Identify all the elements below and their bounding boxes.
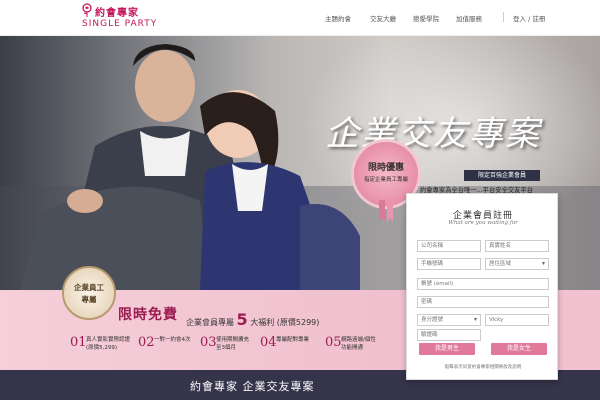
site-header: 約會專家 SINGLE PARTY 主題約會 交友大廳 戀愛學院 加值服務 登入… <box>0 0 600 36</box>
rosette-subtitle: 指定企業員工專屬 <box>363 177 408 183</box>
employee-medal-badge: 企業員工 專屬 <box>62 266 116 320</box>
area-select[interactable]: 居住區域 <box>485 258 549 270</box>
rose-icon <box>82 3 92 17</box>
brand-name-en: SINGLE PARTY <box>82 19 158 29</box>
login-register-link[interactable]: 登入 / 註冊 <box>513 13 545 23</box>
bottom-title: 約會專家 企業交友專案 <box>190 380 315 393</box>
benefit-text: 使用期間擴充 <box>216 337 250 343</box>
hero-headline: 企業交友專案 <box>325 114 541 154</box>
benefit-text: 一對一約會4次 <box>154 337 191 343</box>
nav-item-theme-dating[interactable]: 主題約會 <box>325 13 351 23</box>
brand-logo[interactable]: 約會專家 SINGLE PARTY <box>80 2 175 32</box>
benefit-text: 專屬配對專業 <box>276 337 310 343</box>
nickname-input[interactable]: Vicky <box>485 314 549 326</box>
nav-item-value-services[interactable]: 加值服務 <box>456 13 482 23</box>
benefit-text: 網路遠端/個性 <box>341 337 376 343</box>
phone-input[interactable]: 手機號碼 <box>417 258 481 270</box>
free-title: 限時免費 <box>118 307 178 323</box>
benefit-count: 5 <box>236 310 248 329</box>
form-subtitle: What are you waiting for <box>448 220 518 226</box>
benefit-text: 至3個月 <box>216 345 236 351</box>
real-name-input[interactable]: 真實姓名 <box>485 240 549 252</box>
medal-line: 企業員工 <box>74 283 104 292</box>
benefit-number: 03 <box>200 335 217 350</box>
benefit-prefix: 企業會員專屬 <box>186 318 234 327</box>
female-signup-button[interactable]: 我是女生 <box>491 343 547 355</box>
benefit-number: 05 <box>325 335 342 350</box>
benefit-text: (原價5,299) <box>86 345 118 351</box>
company-name-input[interactable]: 公司名稱 <box>417 240 481 252</box>
registration-form: 企業會員註冊 What are you waiting for 公司名稱 真實姓… <box>406 193 558 380</box>
email-input[interactable]: 帳號 (email) <box>417 278 549 290</box>
benefit-text: 功能開通 <box>341 345 364 351</box>
male-signup-button[interactable]: 我是男生 <box>419 343 475 355</box>
terms-note[interactable]: 點擊表示同意約會專家相關條款及說明 <box>407 364 559 370</box>
brand-name-cn: 約會專家 <box>95 8 139 19</box>
nav-item-social-hall[interactable]: 交友大廳 <box>370 13 396 23</box>
benefit-number: 02 <box>138 335 155 350</box>
password-input[interactable]: 密碼 <box>417 296 549 308</box>
promo-band-left <box>0 290 410 370</box>
nav-divider <box>503 12 504 22</box>
benefit-text: 真人實影實際認證 <box>86 337 131 343</box>
captcha-input[interactable]: 驗證碼 <box>417 329 481 341</box>
medal-line: 專屬 <box>81 295 97 304</box>
benefit-number: 04 <box>260 335 277 350</box>
nav-item-love-academy[interactable]: 戀愛學院 <box>413 13 439 23</box>
rosette-title: 限時優惠 <box>367 163 404 173</box>
benefit-number: 01 <box>70 335 87 350</box>
benefit-suffix: 大福利 (原價5299) <box>250 318 320 327</box>
id-number-select[interactable]: 身分證號 <box>417 314 481 326</box>
hero-badge: 限定百強企業會員 <box>464 170 540 181</box>
benefit-title: 企業會員專屬 5 大福利 (原價5299) <box>186 310 319 329</box>
ribbon-icon <box>379 200 393 222</box>
